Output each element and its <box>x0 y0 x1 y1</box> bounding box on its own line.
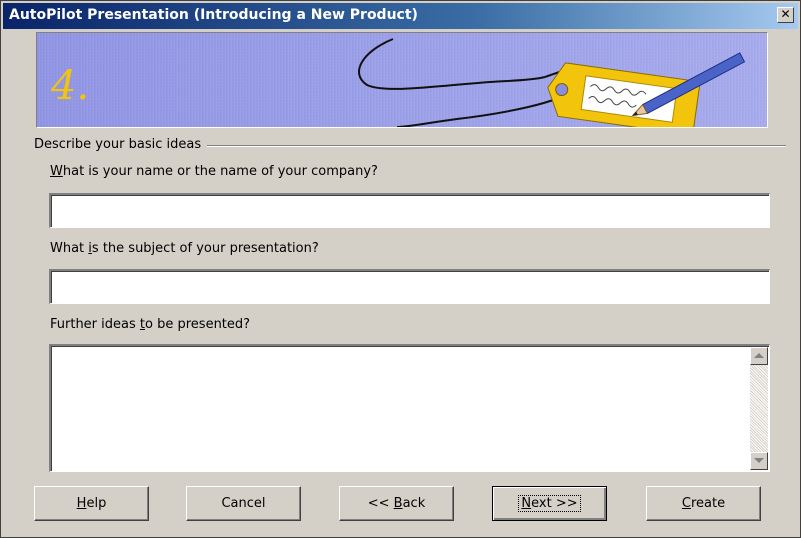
next-button[interactable]: Next >> <box>492 486 607 521</box>
help-label: elp <box>86 496 107 511</box>
company-label-text: hat is your name or the name of your com… <box>62 164 378 179</box>
next-focus-rect: Next >> <box>518 495 581 512</box>
subject-label: What is the subject of your presentation… <box>50 241 319 256</box>
cancel-button[interactable]: Cancel <box>186 486 301 521</box>
group-title: Describe your basic ideas <box>34 137 208 152</box>
help-button[interactable]: Help <box>34 486 149 521</box>
title-bar[interactable]: AutoPilot Presentation (Introducing a Ne… <box>3 3 798 29</box>
ideas-label-prefix: Further ideas <box>50 317 140 332</box>
company-label: What is your name or the name of your co… <box>50 164 378 179</box>
close-icon: ✕ <box>780 7 791 21</box>
cancel-label: Cancel <box>221 496 266 511</box>
step-banner: 4. <box>36 32 768 128</box>
subject-input[interactable] <box>49 269 770 304</box>
help-accesskey: H <box>76 496 87 511</box>
subject-label-prefix: What <box>50 241 89 256</box>
back-accesskey: B <box>393 496 403 511</box>
back-button[interactable]: << Back <box>339 486 454 521</box>
company-name-input[interactable] <box>49 193 770 228</box>
create-button[interactable]: Create <box>646 486 761 521</box>
window-title: AutoPilot Presentation (Introducing a Ne… <box>9 7 418 23</box>
back-label: ack <box>402 496 426 511</box>
ideas-label-text: o be presented? <box>145 317 251 332</box>
company-label-accesskey: W <box>50 164 63 179</box>
ideas-label: Further ideas to be presented? <box>50 317 250 332</box>
scroll-up-button[interactable] <box>750 347 768 365</box>
back-prefix: << <box>367 496 394 511</box>
arrow-up-icon <box>754 353 764 358</box>
ideas-scrollbar[interactable] <box>750 347 768 470</box>
further-ideas-textarea[interactable] <box>49 344 770 472</box>
autopilot-dialog: AutoPilot Presentation (Introducing a Ne… <box>0 0 801 538</box>
close-button[interactable]: ✕ <box>777 7 794 23</box>
create-label: reate <box>690 496 726 511</box>
banner-illustration: 4. <box>37 33 767 127</box>
next-accesskey: N <box>521 496 532 511</box>
create-accesskey: C <box>681 496 691 511</box>
step-number: 4. <box>50 63 89 109</box>
scroll-down-button[interactable] <box>750 452 768 470</box>
next-label: ext >> <box>531 496 578 511</box>
subject-label-text: s the subject of your presentation? <box>91 241 319 256</box>
arrow-down-icon <box>754 458 764 463</box>
